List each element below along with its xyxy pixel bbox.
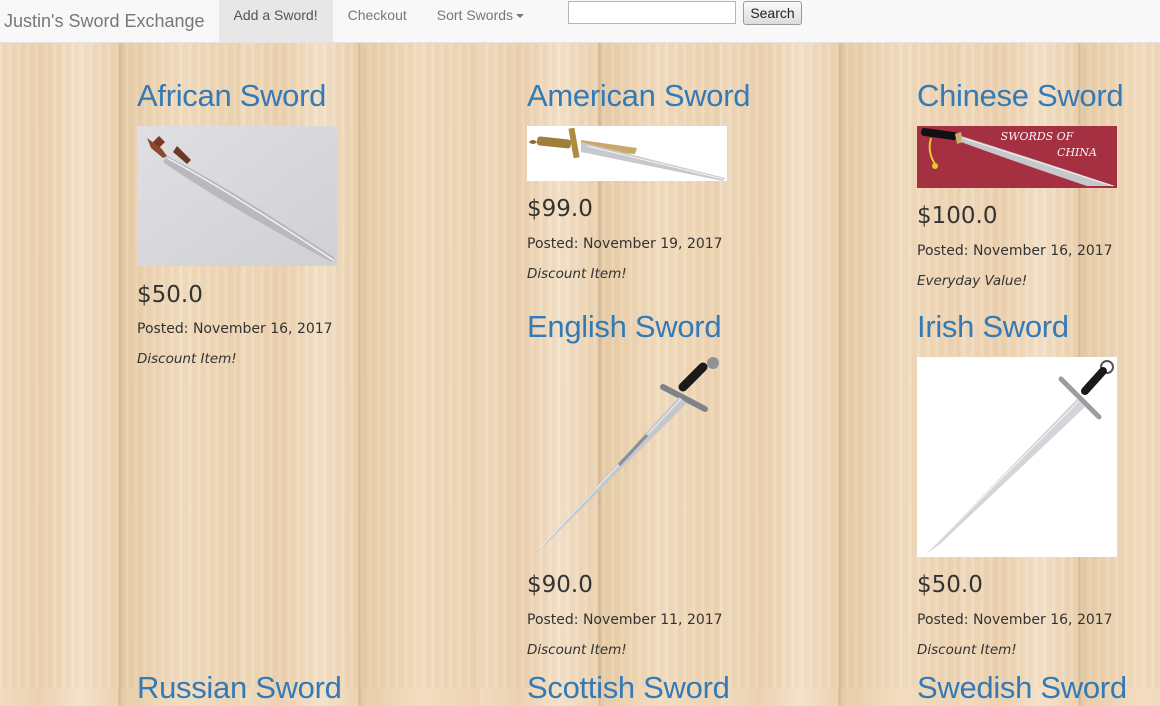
sword-card-african: African Sword $50.0 Posted: November 16,… — [137, 78, 397, 367]
sword-card-english: English Sword $90.0 Posted: November 11,… — [527, 309, 787, 658]
deal-tag: Discount Item! — [527, 266, 627, 282]
deal-tag: Discount Item! — [527, 642, 627, 658]
sword-title-link[interactable]: Scottish Sword — [527, 670, 787, 706]
sword-card-swedish: Swedish Sword — [917, 670, 1160, 706]
sword-card-irish: Irish Sword $50.0 Posted: November 16, 2… — [917, 309, 1160, 658]
longsword-icon[interactable] — [527, 357, 727, 557]
posted-date: Posted: November 16, 2017 — [917, 243, 1113, 259]
caret-down-icon — [516, 14, 525, 18]
sword-title-link[interactable]: Chinese Sword — [917, 78, 1160, 114]
sword-title-link[interactable]: Russian Sword — [137, 670, 397, 706]
sword-card-american: American Sword $99.0 Posted: November 19… — [527, 78, 787, 282]
broadsword-icon[interactable] — [917, 357, 1117, 557]
nav-checkout[interactable]: Checkout — [333, 0, 422, 42]
sword-title-link[interactable]: Swedish Sword — [917, 670, 1160, 706]
deal-tag: Everyday Value! — [917, 273, 1028, 289]
nav-add-sword[interactable]: Add a Sword! — [218, 0, 333, 42]
sword-title-link[interactable]: Irish Sword — [917, 309, 1160, 345]
image-caption: SWORDS OF — [1001, 130, 1074, 143]
navbar: Justin's Sword Exchange Add a Sword! Che… — [0, 0, 1160, 43]
search-button[interactable]: Search — [743, 1, 802, 25]
saber-icon[interactable] — [137, 126, 337, 266]
posted-date: Posted: November 16, 2017 — [137, 321, 333, 337]
sword-title-link[interactable]: African Sword — [137, 78, 397, 114]
nav-sort-swords[interactable]: Sort Swords — [422, 0, 539, 42]
nav-sort-swords-label: Sort Swords — [436, 7, 514, 23]
sword-title-link[interactable]: English Sword — [527, 309, 787, 345]
dao-sword-icon[interactable]: SWORDS OF CHINA — [917, 126, 1117, 188]
image-caption: CHINA — [1057, 146, 1097, 159]
posted-date: Posted: November 16, 2017 — [917, 612, 1113, 628]
price-label: $99.0 — [527, 196, 593, 222]
posted-date: Posted: November 11, 2017 — [527, 612, 723, 628]
price-label: $90.0 — [527, 572, 593, 598]
price-label: $50.0 — [137, 282, 203, 308]
deal-tag: Discount Item! — [917, 642, 1017, 658]
posted-date: Posted: November 19, 2017 — [527, 236, 723, 252]
brand-link[interactable]: Justin's Sword Exchange — [0, 0, 219, 42]
deal-tag: Discount Item! — [137, 351, 237, 367]
sword-card-chinese: Chinese Sword SWORDS OF CHINA $100.0 Pos… — [917, 78, 1160, 289]
price-label: $100.0 — [917, 203, 998, 229]
sword-title-link[interactable]: American Sword — [527, 78, 787, 114]
search-input[interactable] — [568, 1, 736, 24]
sword-card-scottish: Scottish Sword — [527, 670, 787, 706]
ornate-sword-icon[interactable] — [527, 126, 727, 181]
price-label: $50.0 — [917, 572, 983, 598]
sword-card-russian: Russian Sword — [137, 670, 397, 706]
